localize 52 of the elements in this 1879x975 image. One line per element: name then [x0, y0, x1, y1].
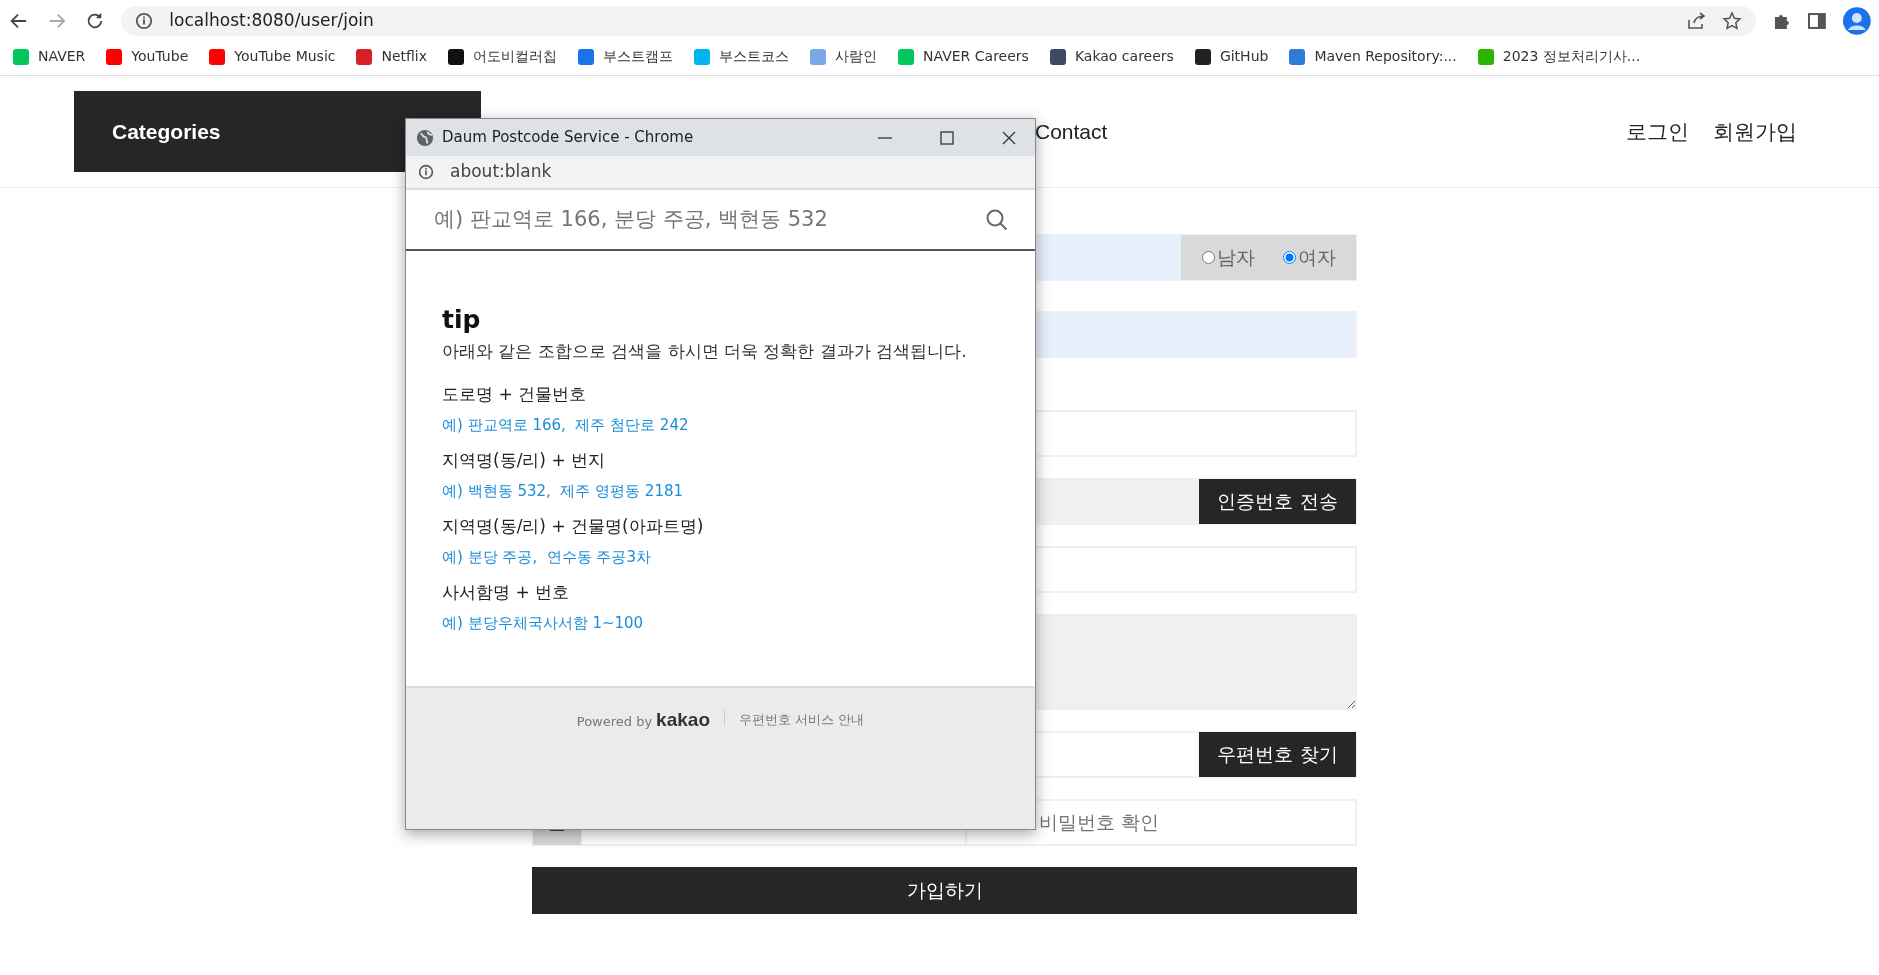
- bookmark-link[interactable]: Netflix: [381, 46, 428, 67]
- tip-example: 예) 판교역로 166, 제주 첨단로 242: [442, 414, 690, 436]
- tip-label: 사서함명 + 번호: [442, 581, 571, 604]
- star-icon[interactable]: [1721, 11, 1742, 31]
- radio-label[interactable]: 남자: [1216, 243, 1255, 272]
- bookmark-link[interactable]: 어도비컬러칩: [473, 46, 558, 67]
- share-icon[interactable]: [1685, 11, 1706, 31]
- bookmark-link[interactable]: Maven Repository:...: [1314, 46, 1457, 67]
- bookmark-link[interactable]: 2023 정보처리기사...: [1502, 46, 1641, 67]
- info-icon: [135, 12, 154, 30]
- tip-heading: tip: [442, 304, 482, 336]
- bookmark-link[interactable]: GitHub: [1219, 46, 1269, 67]
- profile-avatar-icon[interactable]: [1843, 7, 1871, 35]
- side-panel-icon[interactable]: [1807, 11, 1828, 31]
- bookmark-link[interactable]: Kakao careers: [1074, 46, 1174, 67]
- search-field[interactable]: 예) 판교역로 166, 분당 주공, 백현동 532: [432, 202, 985, 237]
- search-icon[interactable]: [985, 207, 1009, 232]
- categories-label[interactable]: Categories: [112, 115, 221, 148]
- bookmark-link[interactable]: 부스트코스: [719, 46, 790, 67]
- url-text: localhost:8080/user/join: [169, 9, 374, 33]
- brand-logo: kakao: [656, 708, 710, 732]
- submit-button[interactable]: 가입하기: [532, 867, 1357, 914]
- nav-link[interactable]: 로그인: [1626, 115, 1689, 148]
- address-bar[interactable]: localhost:8080/user/join: [121, 6, 1756, 36]
- url-text: about:blank: [450, 160, 552, 184]
- maximize-icon[interactable]: [939, 129, 955, 146]
- nav-link[interactable]: 회원가입: [1713, 115, 1797, 148]
- radio-button[interactable]: [1282, 251, 1296, 264]
- radio-label[interactable]: 여자: [1297, 243, 1336, 272]
- window-title: Daum Postcode Service - Chrome: [442, 127, 694, 149]
- tip-label: 지역명(동/리) + 번지: [442, 449, 607, 472]
- close-icon[interactable]: [1001, 129, 1017, 146]
- bookmark-link[interactable]: NAVER: [38, 46, 86, 67]
- tip-text: 아래와 같은 조합으로 검색을 하시면 더욱 정확한 결과가 검색됩니다.: [442, 339, 968, 363]
- bookmark-link[interactable]: NAVER Careers: [923, 46, 1029, 67]
- bookmark-link[interactable]: YouTube: [131, 46, 189, 67]
- action-button[interactable]: 우편번호 찾기: [1199, 732, 1356, 777]
- globe-icon: [416, 128, 434, 147]
- info-icon: [418, 164, 434, 180]
- tip-label: 지역명(동/리) + 건물명(아파트명): [442, 515, 705, 538]
- bookmark-link[interactable]: 부스트캠프: [603, 46, 674, 67]
- tip-example: 예) 백현동 532, 제주 영평동 2181: [442, 480, 685, 502]
- tip-label: 도로명 + 건물번호: [442, 383, 588, 406]
- bookmark-link[interactable]: YouTube Music: [234, 46, 336, 67]
- radio-button[interactable]: [1201, 251, 1215, 264]
- service-guide-link[interactable]: 우편번호 서비스 안내: [739, 706, 865, 730]
- bookmark-link[interactable]: 사람인: [835, 46, 878, 67]
- tip-example: 예) 분당 주공, 연수동 주공3차: [442, 546, 652, 568]
- tip-example: 예) 분당우체국사서함 1~100: [442, 612, 645, 634]
- powered-by-text: Powered by: [576, 713, 653, 731]
- nav-link[interactable]: Contact: [1035, 119, 1108, 143]
- action-button[interactable]: 인증번호 전송: [1199, 479, 1356, 524]
